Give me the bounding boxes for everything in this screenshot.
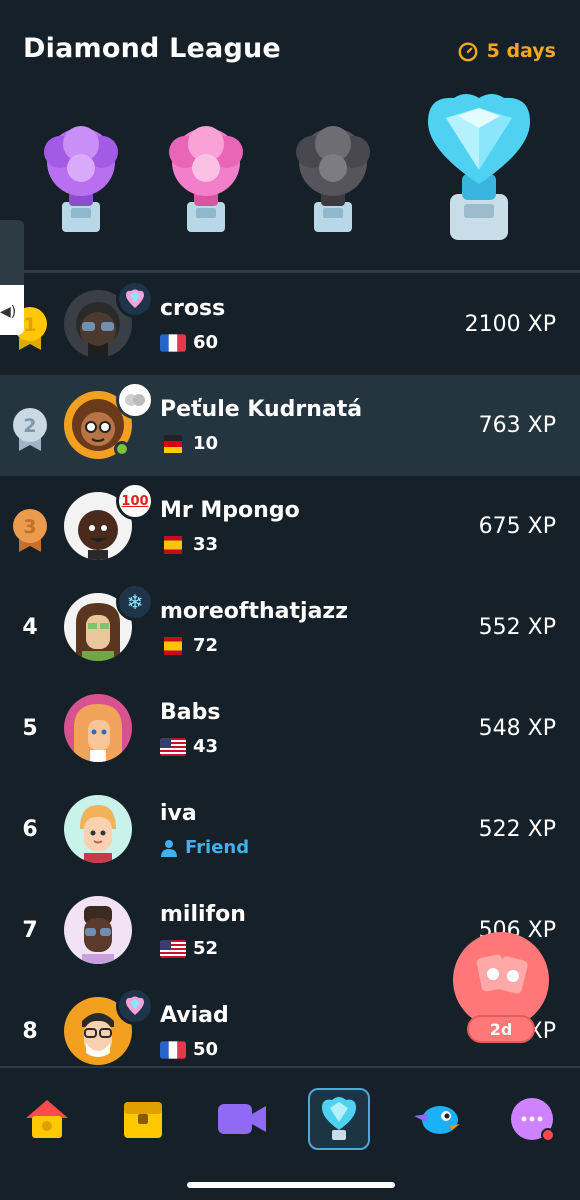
hundred-emoji-badge-icon: 100: [116, 482, 154, 520]
league-header: Diamond League 5 days: [0, 0, 580, 270]
timer-icon: [458, 42, 478, 62]
flag-germany-icon: [164, 434, 182, 453]
rank-number: 7: [22, 918, 38, 943]
bottom-navigation: [0, 1066, 580, 1200]
username: Aviad: [160, 1003, 229, 1028]
side-panel-tab[interactable]: ◀): [0, 220, 24, 335]
league-badge-icon: [116, 280, 154, 318]
chat-badge-icon: [116, 381, 154, 419]
nav-leaderboard[interactable]: [308, 1088, 370, 1150]
xp-value: 763 XP: [478, 413, 556, 438]
flag-spain-icon: [164, 636, 182, 655]
person-icon: [161, 839, 177, 857]
rank-number: 8: [22, 1019, 38, 1044]
leaderboard-row[interactable]: 3 100 Mr Mpongo 33 675 XP: [0, 476, 580, 577]
user-streak: 43: [160, 736, 218, 757]
time-remaining: 5 days: [457, 40, 556, 62]
online-status-icon: [114, 441, 130, 457]
svg-text:2: 2: [23, 415, 36, 437]
user-streak: 60: [160, 332, 218, 353]
silver-medal-icon: 2: [13, 408, 47, 451]
username: Babs: [160, 700, 221, 725]
username: Mr Mpongo: [160, 498, 300, 523]
more-icon: [511, 1098, 555, 1142]
xp-value: 675 XP: [478, 514, 556, 539]
leaderboard-row[interactable]: 5 Babs 43 548 XP: [0, 678, 580, 779]
xp-value: 548 XP: [478, 716, 556, 741]
leaderboard-row-current-user[interactable]: 2 Peťule Kudrnatá 10 763 XP: [0, 375, 580, 476]
pearl-trophy-icon: [169, 126, 243, 232]
avatar[interactable]: [64, 694, 132, 762]
nav-duo[interactable]: [406, 1088, 468, 1150]
leaderboard-row[interactable]: 1 cross 60 2100 XP: [0, 274, 580, 375]
league-badge-icon: [116, 987, 154, 1025]
header-divider: [0, 270, 580, 273]
user-streak: 52: [160, 938, 218, 959]
avatar[interactable]: [64, 795, 132, 863]
duo-bird-icon: [414, 1106, 460, 1134]
leaderboard-row[interactable]: 6 iva Friend 522 XP: [0, 779, 580, 880]
rank-number: 4: [22, 615, 38, 640]
home-icon: [26, 1100, 68, 1138]
flag-usa-icon: [160, 939, 186, 958]
flag-france-icon: [160, 333, 186, 352]
username: milifon: [160, 902, 246, 927]
flag-spain-icon: [164, 535, 182, 554]
rank-number: 5: [22, 716, 38, 741]
friends-quest-button[interactable]: [453, 932, 549, 1028]
xp-value: 552 XP: [478, 615, 556, 640]
amethyst-trophy-icon: [44, 126, 118, 232]
video-icon: [218, 1104, 266, 1134]
nav-video[interactable]: [210, 1088, 272, 1150]
username: moreofthatjazz: [160, 599, 349, 624]
rank-number: 6: [22, 817, 38, 842]
user-streak: 72: [160, 635, 218, 656]
nav-chest[interactable]: [112, 1088, 174, 1150]
leaderboard-row[interactable]: 4 ❄ moreofthatjazz 72 552 XP: [0, 577, 580, 678]
xp-value: 2100 XP: [464, 312, 556, 337]
league-trophies: [0, 84, 580, 254]
avatar[interactable]: [64, 896, 132, 964]
svg-text:1: 1: [23, 314, 36, 336]
username: iva: [160, 801, 197, 826]
snowflake-badge-icon: ❄: [116, 583, 154, 621]
svg-text:3: 3: [23, 516, 36, 538]
league-title: Diamond League: [23, 33, 281, 64]
username: cross: [160, 296, 226, 321]
nav-home[interactable]: [16, 1088, 78, 1150]
user-streak: 50: [160, 1039, 218, 1060]
cards-icon: [476, 954, 528, 994]
home-indicator: [187, 1182, 395, 1188]
days-left-badge[interactable]: 2d: [467, 1015, 535, 1043]
bronze-medal-icon: 3: [13, 509, 47, 552]
chest-icon: [124, 1102, 162, 1138]
timer-label: 5 days: [486, 40, 556, 62]
speaker-icon[interactable]: ◀): [0, 304, 16, 320]
nav-more[interactable]: [502, 1088, 564, 1150]
obsidian-trophy-icon: [296, 126, 370, 232]
flag-france-icon: [160, 1040, 186, 1059]
diamond-trophy-icon: [428, 94, 530, 240]
leaderboard-icon: [322, 1097, 356, 1140]
flag-usa-icon: [160, 737, 186, 756]
user-streak: 10: [160, 433, 218, 454]
friend-label: Friend: [160, 837, 249, 858]
username: Peťule Kudrnatá: [160, 397, 363, 422]
xp-value: 522 XP: [478, 817, 556, 842]
user-streak: 33: [160, 534, 218, 555]
